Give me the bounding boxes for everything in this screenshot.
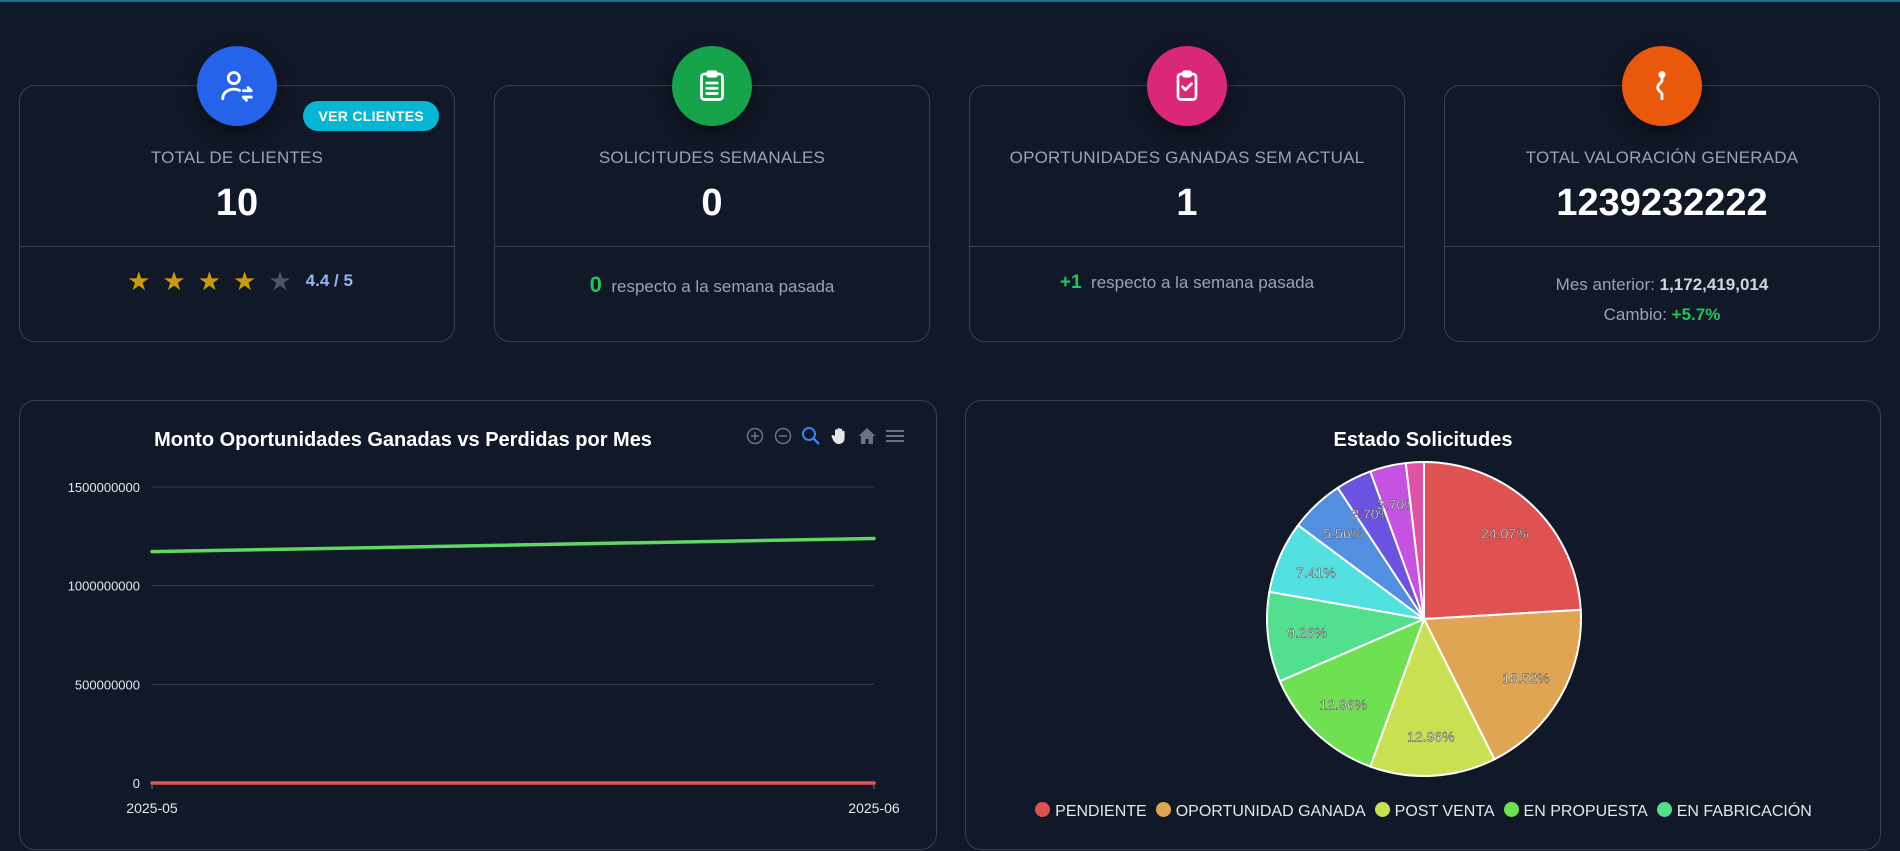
ver-clientes-button[interactable]: VER CLIENTES	[303, 101, 439, 131]
change-text: respecto a la semana pasada	[1091, 273, 1315, 292]
card-oportunidades-ganadas: OPORTUNIDADES GANADAS SEM ACTUAL 1 +1 re…	[969, 46, 1405, 342]
legend-marker	[1034, 801, 1052, 818]
monthly-comparison: Mes anterior: 1,172,419,014 Cambio: +5.7…	[1445, 270, 1879, 330]
change-label: Cambio:	[1603, 305, 1667, 324]
slice-label: 7.41%	[1296, 564, 1336, 580]
slice-label: 12.96%	[1319, 697, 1366, 713]
legend-label: PENDIENTE	[1055, 803, 1147, 820]
clipboard-check-icon	[1147, 46, 1227, 126]
line-chart: 0 500000000 1000000000 1500000000 2025-05 202…	[68, 480, 900, 816]
divider	[20, 246, 454, 247]
legend-item[interactable]: PENDIENTE	[1034, 801, 1147, 821]
y-tick-label: 0	[133, 776, 140, 791]
star-filled-icon: ★	[197, 266, 222, 296]
rating-text: 4.4 / 5	[305, 271, 353, 290]
y-tick-label: 1000000000	[68, 579, 140, 594]
legend-item[interactable]: OPORTUNIDAD GANADA	[1154, 801, 1366, 821]
y-tick-label: 500000000	[75, 677, 140, 692]
y-tick-label: 1500000000	[68, 480, 140, 495]
slice-label: 24.07%	[1481, 525, 1528, 541]
legend-marker	[1502, 801, 1520, 818]
user-refresh-icon	[197, 46, 277, 126]
card-value: 10	[215, 182, 259, 224]
card-title: TOTAL VALORACIÓN GENERADA	[1525, 148, 1799, 167]
star-filled-icon: ★	[162, 266, 186, 296]
legend-label: POST VENTA	[1394, 803, 1495, 820]
change-value: 0	[589, 272, 602, 297]
pie-legend: PENDIENTE OPORTUNIDAD GANADA POST VENTA EN …	[966, 801, 1880, 821]
x-tick-label: 2025-05	[126, 800, 178, 816]
weekly-change: +1 respecto a la semana pasada	[970, 272, 1404, 294]
slice-label: 5.56%	[1323, 525, 1363, 541]
star-filled-icon: ★	[233, 266, 257, 296]
pie-chart-panel: Estado Solicitudes 24.07% 18.52% 12.96% 12.…	[965, 400, 1881, 850]
card-total-clientes: VER CLIENTES TOTAL DE CLIENTES 10 ★ ★ ★ ★ ★ 4…	[19, 46, 455, 342]
legend-label: EN PROPUESTA	[1523, 803, 1648, 820]
divider	[1445, 246, 1879, 247]
divider	[970, 246, 1404, 247]
legend-label: EN FABRICACIÓN	[1676, 803, 1812, 820]
card-total-valoracion: TOTAL VALORACIÓN GENERADA 1239232222 Mes…	[1444, 46, 1880, 342]
change-line: Cambio: +5.7%	[1445, 300, 1879, 330]
previous-month-line: Mes anterior: 1,172,419,014	[1445, 270, 1879, 300]
card-title: TOTAL DE CLIENTES	[150, 148, 324, 167]
prev-value: 1,172,419,014	[1659, 275, 1769, 294]
top-accent-line	[0, 0, 1900, 2]
slice-label: 9.26%	[1287, 625, 1327, 641]
divider	[495, 246, 929, 247]
legend-item[interactable]: EN FABRICACIÓN	[1655, 801, 1812, 821]
x-tick-label: 2025-06	[848, 800, 900, 816]
series-line	[150, 536, 876, 554]
card-value: 0	[701, 182, 723, 224]
card-solicitudes-semanales: SOLICITUDES SEMANALES 0 0 respecto a la …	[494, 46, 930, 342]
slice-label: 12.96%	[1407, 729, 1454, 745]
line-chart-panel: Monto Oportunidades Ganadas vs Perdidas …	[19, 400, 937, 850]
legend-marker	[1373, 801, 1391, 818]
change-value: +5.7%	[1671, 305, 1721, 324]
star-empty-icon: ★	[268, 266, 292, 296]
card-title: SOLICITUDES SEMANALES	[598, 148, 826, 167]
card-title: OPORTUNIDADES GANADAS SEM ACTUAL	[1009, 148, 1365, 167]
slice-label: 18.52%	[1502, 670, 1549, 686]
legend-marker	[1655, 801, 1673, 818]
star-filled-icon: ★	[127, 266, 151, 296]
change-text: respecto a la semana pasada	[611, 277, 835, 296]
clipboard-icon	[672, 46, 752, 126]
route-icon	[1622, 46, 1702, 126]
prev-label: Mes anterior:	[1555, 275, 1655, 294]
change-value: +1	[1059, 272, 1082, 293]
weekly-change: 0 respecto a la semana pasada	[495, 272, 929, 298]
legend-item[interactable]: EN PROPUESTA	[1502, 801, 1648, 821]
card-value: 1239232222	[1556, 182, 1768, 224]
pie-chart: 24.07%18.52%12.96%12.96%9.26%7.41%5.56%3…	[1266, 460, 1582, 777]
legend-label: OPORTUNIDAD GANADA	[1175, 803, 1366, 820]
rating-stars: ★ ★ ★ ★ ★ 4.4 / 5	[20, 266, 454, 297]
card-value: 1	[1176, 182, 1198, 224]
legend-marker	[1154, 801, 1172, 818]
legend-item[interactable]: POST VENTA	[1373, 801, 1495, 821]
